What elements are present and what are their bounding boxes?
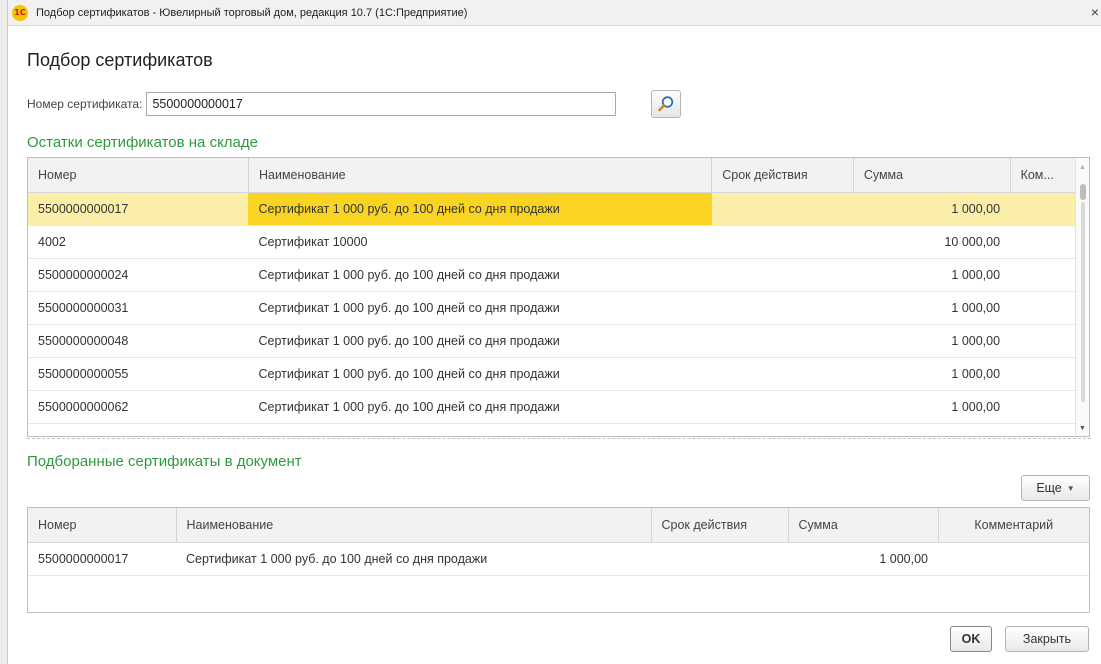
stock-cell-sum[interactable]: 1 000,00 xyxy=(853,258,1011,292)
search-button[interactable] xyxy=(651,90,681,118)
selected-cell-number[interactable]: 5500000000017 xyxy=(28,542,176,576)
selected-col-name[interactable]: Наименование xyxy=(176,508,652,543)
scroll-up-icon[interactable]: ▲ xyxy=(1079,164,1086,171)
selected-col-sum[interactable]: Сумма xyxy=(788,508,939,543)
selected-table: Номер Наименование Срок действия Сумма К… xyxy=(28,508,1089,576)
stock-header-row: Номер Наименование Срок действия Сумма К… xyxy=(28,158,1089,193)
search-label: Номер сертификата: xyxy=(27,97,143,111)
stock-grid-scrollbar[interactable]: ▲ ▼ xyxy=(1075,158,1089,436)
stock-cell-term[interactable] xyxy=(711,390,854,424)
app-logo-icon: 1С xyxy=(12,4,28,21)
stock-col-number[interactable]: Номер xyxy=(28,158,249,193)
section-divider[interactable] xyxy=(27,438,1091,439)
stock-cell-number[interactable]: 4002 xyxy=(28,225,249,259)
stock-cell-sum[interactable]: 1 000,00 xyxy=(853,357,1011,391)
stock-cell-sum[interactable]: 1 000,00 xyxy=(853,324,1011,358)
selected-col-comment[interactable]: Комментарий xyxy=(938,508,1089,543)
window-title: Подбор сертификатов - Ювелирный торговый… xyxy=(36,6,468,19)
search-row: Номер сертификата: xyxy=(27,90,681,118)
stock-cell-name[interactable]: Сертификат 1 000 руб. до 100 дней со дня… xyxy=(248,192,712,226)
table-row[interactable]: 5500000000062 Сертификат 1 000 руб. до 1… xyxy=(28,390,1089,424)
stock-col-sum[interactable]: Сумма xyxy=(853,158,1011,193)
stock-table: Номер Наименование Срок действия Сумма К… xyxy=(28,158,1089,424)
stock-cell-term[interactable] xyxy=(711,291,854,325)
stock-cell-sum[interactable]: 1 000,00 xyxy=(853,291,1011,325)
stock-cell-name[interactable]: Сертификат 1 000 руб. до 100 дней со дня… xyxy=(248,324,712,358)
stock-section-title: Остатки сертификатов на складе xyxy=(27,134,258,151)
table-row[interactable]: 5500000000048 Сертификат 1 000 руб. до 1… xyxy=(28,324,1089,358)
stock-cell-number[interactable]: 5500000000048 xyxy=(28,324,249,358)
stock-cell-term[interactable] xyxy=(711,258,854,292)
close-button[interactable]: Закрыть xyxy=(1005,626,1089,652)
stock-cell-name[interactable]: Сертификат 1 000 руб. до 100 дней со дня… xyxy=(248,357,712,391)
stock-cell-sum[interactable]: 1 000,00 xyxy=(853,192,1011,226)
chevron-down-icon: ▼ xyxy=(1066,483,1075,493)
form-title: Подбор сертификатов xyxy=(27,50,213,70)
stock-cell-name[interactable]: Сертификат 1 000 руб. до 100 дней со дня… xyxy=(248,291,712,325)
stock-cell-term[interactable] xyxy=(711,324,854,358)
stock-cell-sum[interactable]: 10 000,00 xyxy=(853,225,1011,259)
stock-cell-name[interactable]: Сертификат 10000 xyxy=(248,225,712,259)
selected-cell-term[interactable] xyxy=(651,542,788,576)
stock-row-selected[interactable]: 5500000000017 Сертификат 1 000 руб. до 1… xyxy=(28,192,1089,226)
table-row[interactable]: 5500000000017 Сертификат 1 000 руб. до 1… xyxy=(28,542,1089,576)
selected-header-row: Номер Наименование Срок действия Сумма К… xyxy=(28,508,1089,543)
selected-cell-sum[interactable]: 1 000,00 xyxy=(788,542,938,576)
window-left-edge xyxy=(0,0,8,664)
stock-cell-number[interactable]: 5500000000055 xyxy=(28,357,249,391)
selected-section-title: Подборанные сертификаты в документ xyxy=(27,453,302,470)
stock-cell-name[interactable]: Сертификат 1 000 руб. до 100 дней со дня… xyxy=(248,258,712,292)
stock-cell-number[interactable]: 5500000000024 xyxy=(28,258,249,292)
certificate-number-input[interactable] xyxy=(146,92,617,116)
stock-cell-number[interactable]: 5500000000062 xyxy=(28,390,249,424)
search-icon xyxy=(658,96,674,112)
table-row[interactable]: 5500000000055 Сертификат 1 000 руб. до 1… xyxy=(28,357,1089,391)
selected-col-term[interactable]: Срок действия xyxy=(651,508,789,543)
stock-cell-name[interactable]: Сертификат 1 000 руб. до 100 дней со дня… xyxy=(248,390,712,424)
scrollbar-thumb[interactable] xyxy=(1080,184,1086,200)
stock-cell-term[interactable] xyxy=(711,357,854,391)
ok-button[interactable]: OK xyxy=(950,626,992,652)
selected-col-number[interactable]: Номер xyxy=(28,508,177,543)
window-titlebar: 1С Подбор сертификатов - Ювелирный торго… xyxy=(8,0,1101,26)
table-row[interactable]: 5500000000024 Сертификат 1 000 руб. до 1… xyxy=(28,258,1089,292)
stock-cell-number[interactable]: 5500000000031 xyxy=(28,291,249,325)
table-row[interactable]: 4002 Сертификат 10000 10 000,00 xyxy=(28,225,1089,259)
stock-col-term[interactable]: Срок действия xyxy=(711,158,854,193)
selected-cell-comment[interactable] xyxy=(938,542,1089,576)
close-window-icon[interactable]: × xyxy=(1091,4,1099,20)
stock-cell-sum[interactable]: 1 000,00 xyxy=(853,390,1011,424)
stock-cell-term[interactable] xyxy=(711,225,854,259)
table-row[interactable]: 5500000000031 Сертификат 1 000 руб. до 1… xyxy=(28,291,1089,325)
stock-col-name[interactable]: Наименование xyxy=(248,158,713,193)
scroll-down-icon[interactable]: ▼ xyxy=(1079,425,1086,432)
stock-cell-number[interactable]: 5500000000017 xyxy=(28,192,249,226)
more-button[interactable]: Еще ▼ xyxy=(1021,475,1090,501)
selected-grid: Номер Наименование Срок действия Сумма К… xyxy=(27,507,1090,613)
more-button-label: Еще xyxy=(1036,481,1062,495)
scrollbar-track[interactable] xyxy=(1081,202,1085,402)
stock-cell-term[interactable] xyxy=(711,192,854,226)
stock-grid: Номер Наименование Срок действия Сумма К… xyxy=(27,157,1090,437)
selected-cell-name[interactable]: Сертификат 1 000 руб. до 100 дней со дня… xyxy=(176,542,651,576)
